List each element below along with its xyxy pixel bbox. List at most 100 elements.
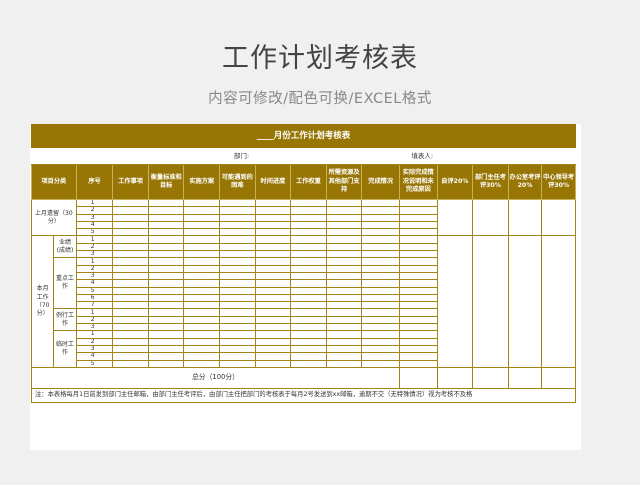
input-cell[interactable] [147, 352, 185, 361]
input-cell[interactable] [219, 242, 256, 252]
input-cell[interactable] [398, 264, 438, 273]
input-cell[interactable] [112, 271, 149, 281]
input-cell[interactable] [112, 220, 149, 230]
input-cell[interactable] [219, 301, 256, 310]
input-cell[interactable] [112, 213, 149, 222]
input-cell[interactable] [398, 315, 438, 325]
input-cell[interactable] [361, 293, 400, 303]
input-cell[interactable] [219, 293, 256, 303]
input-cell[interactable] [147, 213, 185, 222]
input-cell[interactable] [112, 293, 149, 303]
input-cell[interactable] [398, 220, 438, 230]
input-cell[interactable] [219, 235, 256, 244]
input-cell[interactable] [361, 323, 400, 332]
total-score-cell[interactable] [507, 366, 543, 389]
input-cell[interactable] [361, 250, 400, 259]
input-cell[interactable] [147, 250, 185, 259]
input-cell[interactable] [219, 271, 256, 281]
input-cell[interactable] [361, 279, 400, 288]
input-cell[interactable] [183, 352, 221, 361]
total-score-cell[interactable] [436, 366, 474, 389]
input-cell[interactable] [290, 242, 327, 252]
input-cell[interactable] [183, 330, 221, 339]
input-cell[interactable] [183, 264, 221, 273]
input-cell[interactable] [254, 213, 292, 222]
input-cell[interactable] [398, 344, 438, 354]
input-cell[interactable] [325, 344, 363, 354]
input-cell[interactable] [112, 250, 149, 259]
input-cell[interactable] [219, 250, 256, 259]
input-cell[interactable] [398, 250, 438, 259]
score-cell[interactable] [541, 198, 576, 237]
input-cell[interactable] [290, 293, 327, 303]
score-cell[interactable] [472, 198, 509, 237]
input-cell[interactable] [254, 228, 292, 237]
input-cell[interactable] [147, 206, 185, 215]
input-cell[interactable] [290, 213, 327, 222]
input-cell[interactable] [112, 330, 149, 339]
input-cell[interactable] [112, 235, 149, 244]
total-score-cell[interactable] [541, 366, 576, 389]
input-cell[interactable] [112, 286, 149, 295]
input-cell[interactable] [290, 228, 327, 237]
input-cell[interactable] [290, 359, 327, 368]
input-cell[interactable] [254, 301, 292, 310]
input-cell[interactable] [219, 213, 256, 222]
input-cell[interactable] [219, 198, 256, 208]
input-cell[interactable] [325, 271, 363, 281]
input-cell[interactable] [290, 198, 327, 208]
input-cell[interactable] [254, 308, 292, 317]
score-cell[interactable] [507, 198, 543, 237]
input-cell[interactable] [398, 257, 438, 266]
input-cell[interactable] [183, 271, 221, 281]
input-cell[interactable] [290, 250, 327, 259]
input-cell[interactable] [254, 323, 292, 332]
input-cell[interactable] [398, 359, 438, 368]
input-cell[interactable] [361, 198, 400, 208]
input-cell[interactable] [254, 206, 292, 215]
input-cell[interactable] [361, 308, 400, 317]
input-cell[interactable] [290, 220, 327, 230]
input-cell[interactable] [147, 359, 185, 368]
input-cell[interactable] [147, 257, 185, 266]
input-cell[interactable] [290, 315, 327, 325]
input-cell[interactable] [147, 301, 185, 310]
input-cell[interactable] [325, 359, 363, 368]
input-cell[interactable] [219, 228, 256, 237]
input-cell[interactable] [398, 228, 438, 237]
input-cell[interactable] [112, 308, 149, 317]
input-cell[interactable] [290, 330, 327, 339]
input-cell[interactable] [325, 257, 363, 266]
input-cell[interactable] [325, 242, 363, 252]
score-cell[interactable] [436, 235, 474, 368]
input-cell[interactable] [398, 235, 438, 244]
input-cell[interactable] [183, 198, 221, 208]
input-cell[interactable] [147, 235, 185, 244]
input-cell[interactable] [398, 213, 438, 222]
input-cell[interactable] [183, 315, 221, 325]
input-cell[interactable] [254, 330, 292, 339]
input-cell[interactable] [325, 213, 363, 222]
input-cell[interactable] [112, 337, 149, 346]
input-cell[interactable] [361, 337, 400, 346]
input-cell[interactable] [290, 257, 327, 266]
input-cell[interactable] [183, 228, 221, 237]
input-cell[interactable] [254, 257, 292, 266]
input-cell[interactable] [147, 323, 185, 332]
input-cell[interactable] [290, 337, 327, 346]
input-cell[interactable] [112, 242, 149, 252]
input-cell[interactable] [112, 264, 149, 273]
input-cell[interactable] [361, 257, 400, 266]
input-cell[interactable] [325, 293, 363, 303]
input-cell[interactable] [398, 308, 438, 317]
input-cell[interactable] [398, 206, 438, 215]
input-cell[interactable] [183, 293, 221, 303]
input-cell[interactable] [147, 344, 185, 354]
input-cell[interactable] [325, 198, 363, 208]
input-cell[interactable] [183, 220, 221, 230]
input-cell[interactable] [254, 352, 292, 361]
input-cell[interactable] [398, 286, 438, 295]
input-cell[interactable] [219, 264, 256, 273]
input-cell[interactable] [325, 250, 363, 259]
input-cell[interactable] [398, 198, 438, 208]
